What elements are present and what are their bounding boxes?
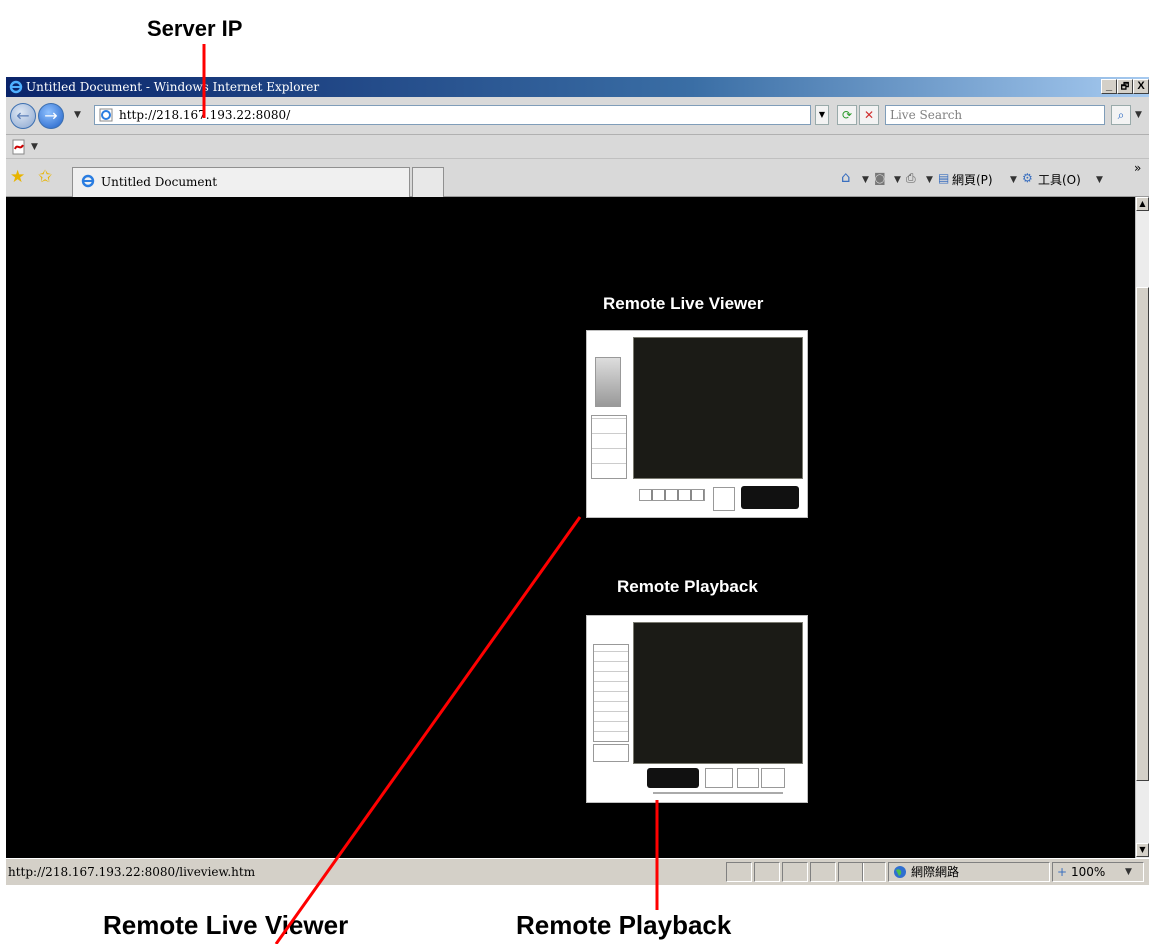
back-icon: ← [16, 106, 30, 125]
page-menu[interactable]: 網頁(P) [952, 171, 993, 188]
live-time-display [741, 486, 799, 509]
playback-speed-buttons [737, 768, 759, 788]
remote-playback-callout: Remote Playback [516, 910, 732, 940]
vertical-scrollbar[interactable]: ▲ ▼ [1135, 197, 1149, 858]
status-bar: http://218.167.193.22:8080/liveview.htm … [6, 858, 1149, 885]
internet-globe-icon [894, 866, 906, 878]
address-dropdown-button[interactable]: ▼ [815, 105, 829, 125]
live-viewer-title: Remote Live Viewer [603, 294, 764, 313]
zoom-control[interactable]: + 100% ▼ [1052, 862, 1144, 882]
status-segment [726, 862, 752, 882]
status-segment [862, 862, 886, 882]
home-icon[interactable]: ⌂ [841, 168, 851, 186]
print-icon[interactable]: ⎙ [906, 171, 916, 186]
favorites-star-icon[interactable]: ★ [10, 167, 25, 187]
search-options-icon[interactable]: ▼ [1135, 110, 1142, 120]
live-video-screen [633, 337, 803, 479]
tab-label: Untitled Document [101, 175, 218, 189]
address-toolbar: ← → ▼ http://218.167.193.22:8080/ ▼ ⟳ ✕ … [6, 97, 1149, 135]
zone-label: 網際網路 [911, 865, 960, 879]
forward-icon: → [44, 106, 58, 125]
server-ip-callout: Server IP [147, 16, 243, 41]
playback-nav-buttons [705, 768, 733, 788]
history-dropdown-icon[interactable]: ▼ [74, 110, 81, 120]
status-segment [810, 862, 836, 882]
playback-timeline-mini [593, 744, 629, 762]
playback-progress [653, 792, 783, 794]
camera-list-panel [595, 357, 621, 407]
ie-page-icon [99, 108, 113, 122]
maximize-button[interactable]: 🗗 [1117, 79, 1133, 94]
playback-title: Remote Playback [617, 577, 758, 596]
plugin-dropdown-icon[interactable]: ▼ [31, 142, 38, 152]
new-tab-button[interactable] [412, 167, 444, 197]
scroll-thumb[interactable] [1136, 287, 1149, 781]
playback-thumbnail[interactable] [586, 615, 808, 803]
playback-time-display [647, 768, 699, 788]
pdf-plugin-icon[interactable] [11, 139, 27, 155]
stop-icon[interactable]: ✕ [859, 105, 879, 125]
search-input[interactable]: Live Search [885, 105, 1105, 125]
forward-button[interactable]: → [38, 103, 64, 129]
remote-live-viewer-callout: Remote Live Viewer [103, 910, 349, 940]
status-segment [838, 862, 864, 882]
tools-gear-icon: ⚙ [1022, 171, 1033, 185]
add-favorites-icon[interactable]: ✩ [38, 167, 52, 187]
tools-dropdown-icon[interactable]: ▼ [1096, 175, 1103, 185]
playback-video-screen [633, 622, 803, 764]
feeds-icon[interactable]: ◙ [874, 171, 886, 185]
zoom-level: 100% [1071, 865, 1106, 879]
close-button[interactable]: X [1133, 79, 1149, 94]
tab-command-bar: ★ ✩ Untitled Document ⌂ ▼ ◙ ▼ ⎙ ▼ ▤ 網頁(P… [6, 159, 1149, 197]
more-chevron-icon[interactable]: » [1134, 161, 1141, 175]
search-icon[interactable]: ⌕ [1111, 105, 1131, 125]
minimize-button[interactable]: _ [1101, 79, 1117, 94]
ie-logo-icon [9, 80, 23, 94]
layout-buttons [639, 489, 705, 501]
status-url: http://218.167.193.22:8080/liveview.htm [8, 865, 256, 879]
home-dropdown-icon[interactable]: ▼ [862, 175, 869, 185]
live-viewer-thumbnail[interactable] [586, 330, 808, 518]
title-bar: Untitled Document - Windows Internet Exp… [6, 77, 1149, 97]
refresh-icon[interactable]: ⟳ [837, 105, 857, 125]
back-button[interactable]: ← [10, 103, 36, 129]
ie-window: Untitled Document - Windows Internet Exp… [6, 77, 1149, 885]
playback-volume [761, 768, 785, 788]
plugin-toolbar: ▼ [6, 135, 1149, 159]
page-icon: ▤ [938, 171, 950, 185]
ptz-control-pad [591, 415, 627, 479]
feeds-dropdown-icon[interactable]: ▼ [894, 175, 901, 185]
playback-camera-list [593, 644, 629, 742]
url-text: http://218.167.193.22:8080/ [119, 108, 291, 122]
security-zone[interactable]: 網際網路 [888, 862, 1050, 882]
tools-menu[interactable]: 工具(O) [1038, 171, 1081, 188]
print-dropdown-icon[interactable]: ▼ [926, 175, 933, 185]
page-content: Remote Live Viewer Remote Playback [6, 197, 1135, 858]
scroll-down-icon[interactable]: ▼ [1136, 843, 1149, 857]
window-title: Untitled Document - Windows Internet Exp… [26, 80, 320, 94]
zoom-icon: + [1057, 865, 1068, 879]
status-segment [754, 862, 780, 882]
playback-controls [713, 487, 735, 511]
scroll-up-icon[interactable]: ▲ [1136, 197, 1149, 211]
page-dropdown-icon[interactable]: ▼ [1010, 175, 1017, 185]
tab-untitled-document[interactable]: Untitled Document [72, 167, 410, 197]
status-segment [782, 862, 808, 882]
zoom-dropdown-icon[interactable]: ▼ [1125, 863, 1132, 881]
ie-tab-icon [81, 174, 95, 188]
address-input[interactable]: http://218.167.193.22:8080/ [94, 105, 811, 125]
